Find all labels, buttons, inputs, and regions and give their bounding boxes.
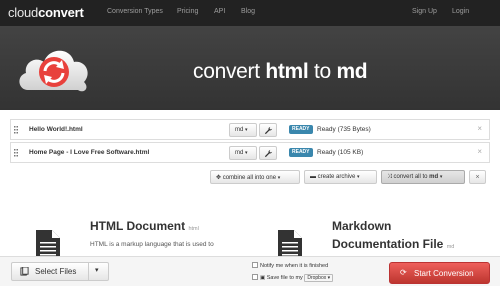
hero-banner: convert html to md	[0, 26, 500, 110]
wrench-icon	[264, 126, 273, 135]
options-button[interactable]	[259, 146, 277, 160]
ready-badge: READY	[289, 125, 313, 134]
cloud-convert-logo-icon	[19, 50, 88, 92]
notify-checkbox[interactable]	[252, 262, 258, 268]
save-target-select[interactable]: Dropbox ▾	[304, 274, 334, 282]
output-format-dropdown[interactable]: md ▾	[229, 146, 257, 160]
wrench-icon	[264, 149, 273, 158]
caret-down-icon: ▾	[245, 150, 248, 156]
notify-option: Notify me when it is finished	[252, 262, 328, 269]
login-link[interactable]: Login	[452, 8, 469, 15]
combine-label: combine all into one	[222, 175, 277, 181]
save-icon: ▣	[260, 275, 266, 281]
convert-all-format: md	[429, 174, 439, 180]
html-document-icon	[36, 230, 60, 258]
file-row: Hello World!.html md ▾ READY Ready (735 …	[10, 119, 490, 140]
select-files-button[interactable]: Select Files	[11, 262, 89, 281]
output-format-title-line2: Documentation File md	[332, 237, 454, 251]
input-format-description: HTML is a markup language that is used t…	[90, 241, 214, 248]
file-status: Ready (735 Bytes)	[317, 126, 371, 133]
select-files-label: Select Files	[35, 267, 77, 276]
batch-action-bar: ✥ combine all into one ▾ ▬ create archiv…	[0, 167, 500, 189]
nav-link-conversion-types[interactable]: Conversion Types	[107, 8, 163, 15]
nav-link-blog[interactable]: Blog	[241, 8, 255, 15]
drag-handle-icon[interactable]	[14, 149, 18, 157]
input-format-title: HTML Document html	[90, 219, 199, 233]
start-conversion-button[interactable]: ⟳ Start Conversion	[389, 262, 490, 284]
save-to-checkbox[interactable]	[252, 274, 258, 280]
top-navbar: cloudconvert Conversion Types Pricing AP…	[0, 0, 500, 26]
brand-bold-text: convert	[38, 5, 84, 20]
output-format-name: Documentation File	[332, 237, 444, 251]
close-icon: ×	[475, 174, 480, 181]
input-format-ext: html	[188, 226, 199, 232]
archive-label: create archive	[317, 174, 356, 180]
drag-handle-icon[interactable]	[14, 126, 18, 134]
output-format-title-line1: Markdown	[332, 219, 392, 233]
hero-from-format: html	[265, 60, 309, 83]
combine-all-button[interactable]: ✥ combine all into one ▾	[210, 170, 300, 184]
files-icon	[20, 267, 29, 276]
output-format-value: md	[235, 150, 244, 156]
sign-up-link[interactable]: Sign Up	[412, 8, 437, 15]
remove-file-icon[interactable]: ×	[477, 147, 482, 156]
input-format-name: HTML Document	[90, 219, 186, 233]
shuffle-icon: ⤨	[387, 174, 392, 180]
convert-all-label: convert all to	[393, 174, 430, 180]
start-conversion-label: Start Conversion	[414, 269, 474, 278]
nav-link-api[interactable]: API	[214, 8, 225, 15]
caret-down-icon: ▾	[95, 267, 99, 274]
notify-label: Notify me when it is finished	[260, 263, 329, 269]
hero-prefix: convert	[193, 60, 266, 83]
output-format-dropdown[interactable]: md ▾	[229, 123, 257, 137]
brand-light-text: cloud	[8, 5, 39, 20]
remove-all-button[interactable]: ×	[469, 170, 486, 184]
caret-down-icon: ▾	[277, 175, 281, 181]
hero-to-format: md	[336, 60, 368, 83]
nav-link-pricing[interactable]: Pricing	[177, 8, 198, 15]
combine-icon: ✥	[216, 175, 222, 181]
refresh-icon: ⟳	[400, 268, 407, 277]
file-status: Ready (105 KB)	[317, 149, 364, 156]
file-name: Hello World!.html	[29, 126, 83, 133]
convert-all-button[interactable]: ⤨ convert all to md ▾	[381, 170, 465, 184]
ready-badge: READY	[289, 148, 313, 157]
hero-title: convert html to md	[193, 60, 368, 84]
output-format-ext: md	[446, 244, 455, 250]
caret-down-icon: ▾	[245, 127, 248, 133]
options-button[interactable]	[259, 123, 277, 137]
hero-middle: to	[308, 60, 337, 83]
caret-down-icon: ▾	[357, 174, 360, 180]
file-row: Home Page - I Love Free Software.html md…	[10, 142, 490, 163]
save-to-option: ▣ Save file to my Dropbox ▾	[252, 274, 334, 282]
save-target-value: Dropbox	[307, 275, 327, 281]
select-files-dropdown-toggle[interactable]: ▾	[89, 262, 109, 281]
save-label: Save file to my	[266, 275, 303, 281]
caret-down-icon: ▾	[439, 174, 443, 180]
file-name: Home Page - I Love Free Software.html	[29, 149, 150, 156]
brand-logo[interactable]: cloudconvert	[8, 5, 84, 20]
create-archive-button[interactable]: ▬ create archive ▾	[304, 170, 377, 184]
bottom-action-bar: Select Files ▾ Notify me when it is fini…	[0, 256, 500, 286]
archive-icon: ▬	[310, 174, 316, 180]
remove-file-icon[interactable]: ×	[477, 124, 482, 133]
markdown-document-icon	[278, 230, 302, 258]
output-format-value: md	[235, 127, 244, 133]
